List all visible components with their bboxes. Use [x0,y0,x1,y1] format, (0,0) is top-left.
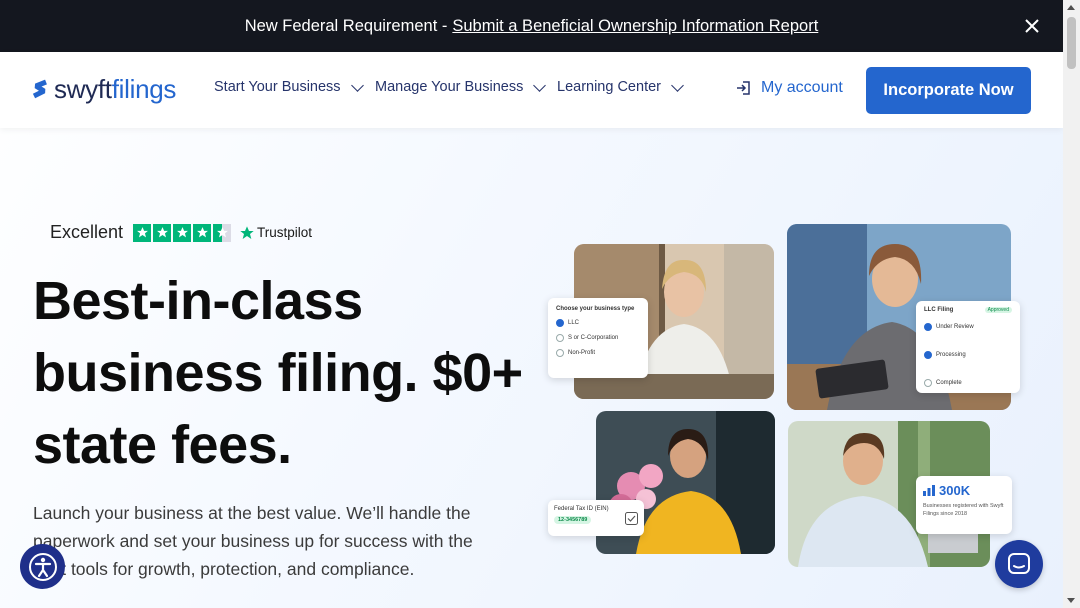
logo[interactable]: swyftfilings [30,74,176,105]
star-icon [193,223,212,242]
half-star-icon [213,223,232,242]
nav-label: Start Your Business [214,79,341,95]
radio-icon [556,334,564,342]
sign-in-icon [737,81,750,95]
radio-selected-icon [556,319,564,327]
chat-button[interactable] [995,540,1043,588]
accessibility-icon [28,552,57,581]
stat-card: 300K Businesses registered with Swyft Fi… [916,476,1012,534]
status-badge: Approved [984,307,1012,313]
tax-id-card: Federal Tax ID (EIN) 12-3456789 [548,500,644,536]
close-icon[interactable] [1022,16,1042,36]
option-label: S or C-Corporation [568,335,619,341]
my-account-link[interactable]: My account [735,79,843,97]
chevron-down-icon [533,78,547,92]
nav-start-your-business[interactable]: Start Your Business [214,78,364,95]
nav-learning-center[interactable]: Learning Center [557,78,684,95]
ein-value: 12-3456789 [554,516,592,524]
hero-subtext: Launch your business at the best value. … [33,503,473,579]
main-nav: swyftfilings Start Your Business Manage … [0,52,1063,128]
business-type-card: Choose your business type LLC S or C-Cor… [548,298,648,378]
checkbox-checked-icon [625,512,638,525]
card-title: Choose your business type [556,306,635,312]
llc-filing-card: LLC Filing Approved Under Review Process… [916,301,1020,393]
step-label: Complete [936,380,962,386]
swyft-logo-icon [32,79,47,98]
step-label: Under Review [936,324,974,330]
nav-label: Learning Center [557,79,661,95]
option-label: Non-Profit [568,350,596,356]
chevron-down-icon [671,78,684,92]
trustpilot-rating[interactable]: Excellent Trustpilot [50,222,312,243]
step-icon [924,323,932,331]
scroll-down-icon[interactable] [1067,598,1075,603]
announcement-bar: New Federal Requirement - Submit a Benef… [0,0,1063,52]
nav-label: Manage Your Business [375,79,524,95]
card-title: LLC Filing [924,307,954,313]
scroll-up-icon[interactable] [1067,5,1075,10]
stat-value: 300K [939,483,971,498]
star-rating [133,223,232,242]
incorporate-now-button[interactable]: Incorporate Now [866,67,1031,114]
star-icon [153,223,172,242]
trustpilot-brand: Trustpilot [257,225,313,240]
stat-caption: Businesses registered with Swyft Filings… [923,503,1004,517]
nav-manage-your-business[interactable]: Manage Your Business [375,78,547,95]
hero-headline: Best-in-class business filing. $0+ state… [33,271,523,475]
option-label: LLC [568,320,580,326]
announcement-prefix: New Federal Requirement - [244,16,448,35]
announcement-link[interactable]: Submit a Beneficial Ownership Informatio… [452,17,818,36]
accessibility-button[interactable] [20,544,65,589]
chat-icon [1008,553,1030,574]
page-scrollbar[interactable] [1063,0,1080,608]
step-icon [924,351,932,359]
rating-label: Excellent [50,222,124,242]
step-icon [924,379,932,387]
star-icon [173,223,192,242]
trustpilot-logo: Trustpilot [239,225,312,241]
scrollbar-thumb[interactable] [1067,17,1076,69]
bar-chart-icon [923,485,935,496]
my-account-label: My account [761,79,843,96]
page: New Federal Requirement - Submit a Benef… [0,0,1063,608]
step-label: Processing [936,352,966,358]
logo-text: swyftfilings [54,74,177,104]
chevron-down-icon [350,78,364,92]
trustpilot-star-icon [240,225,254,239]
star-icon [133,223,152,242]
radio-icon [556,349,564,357]
